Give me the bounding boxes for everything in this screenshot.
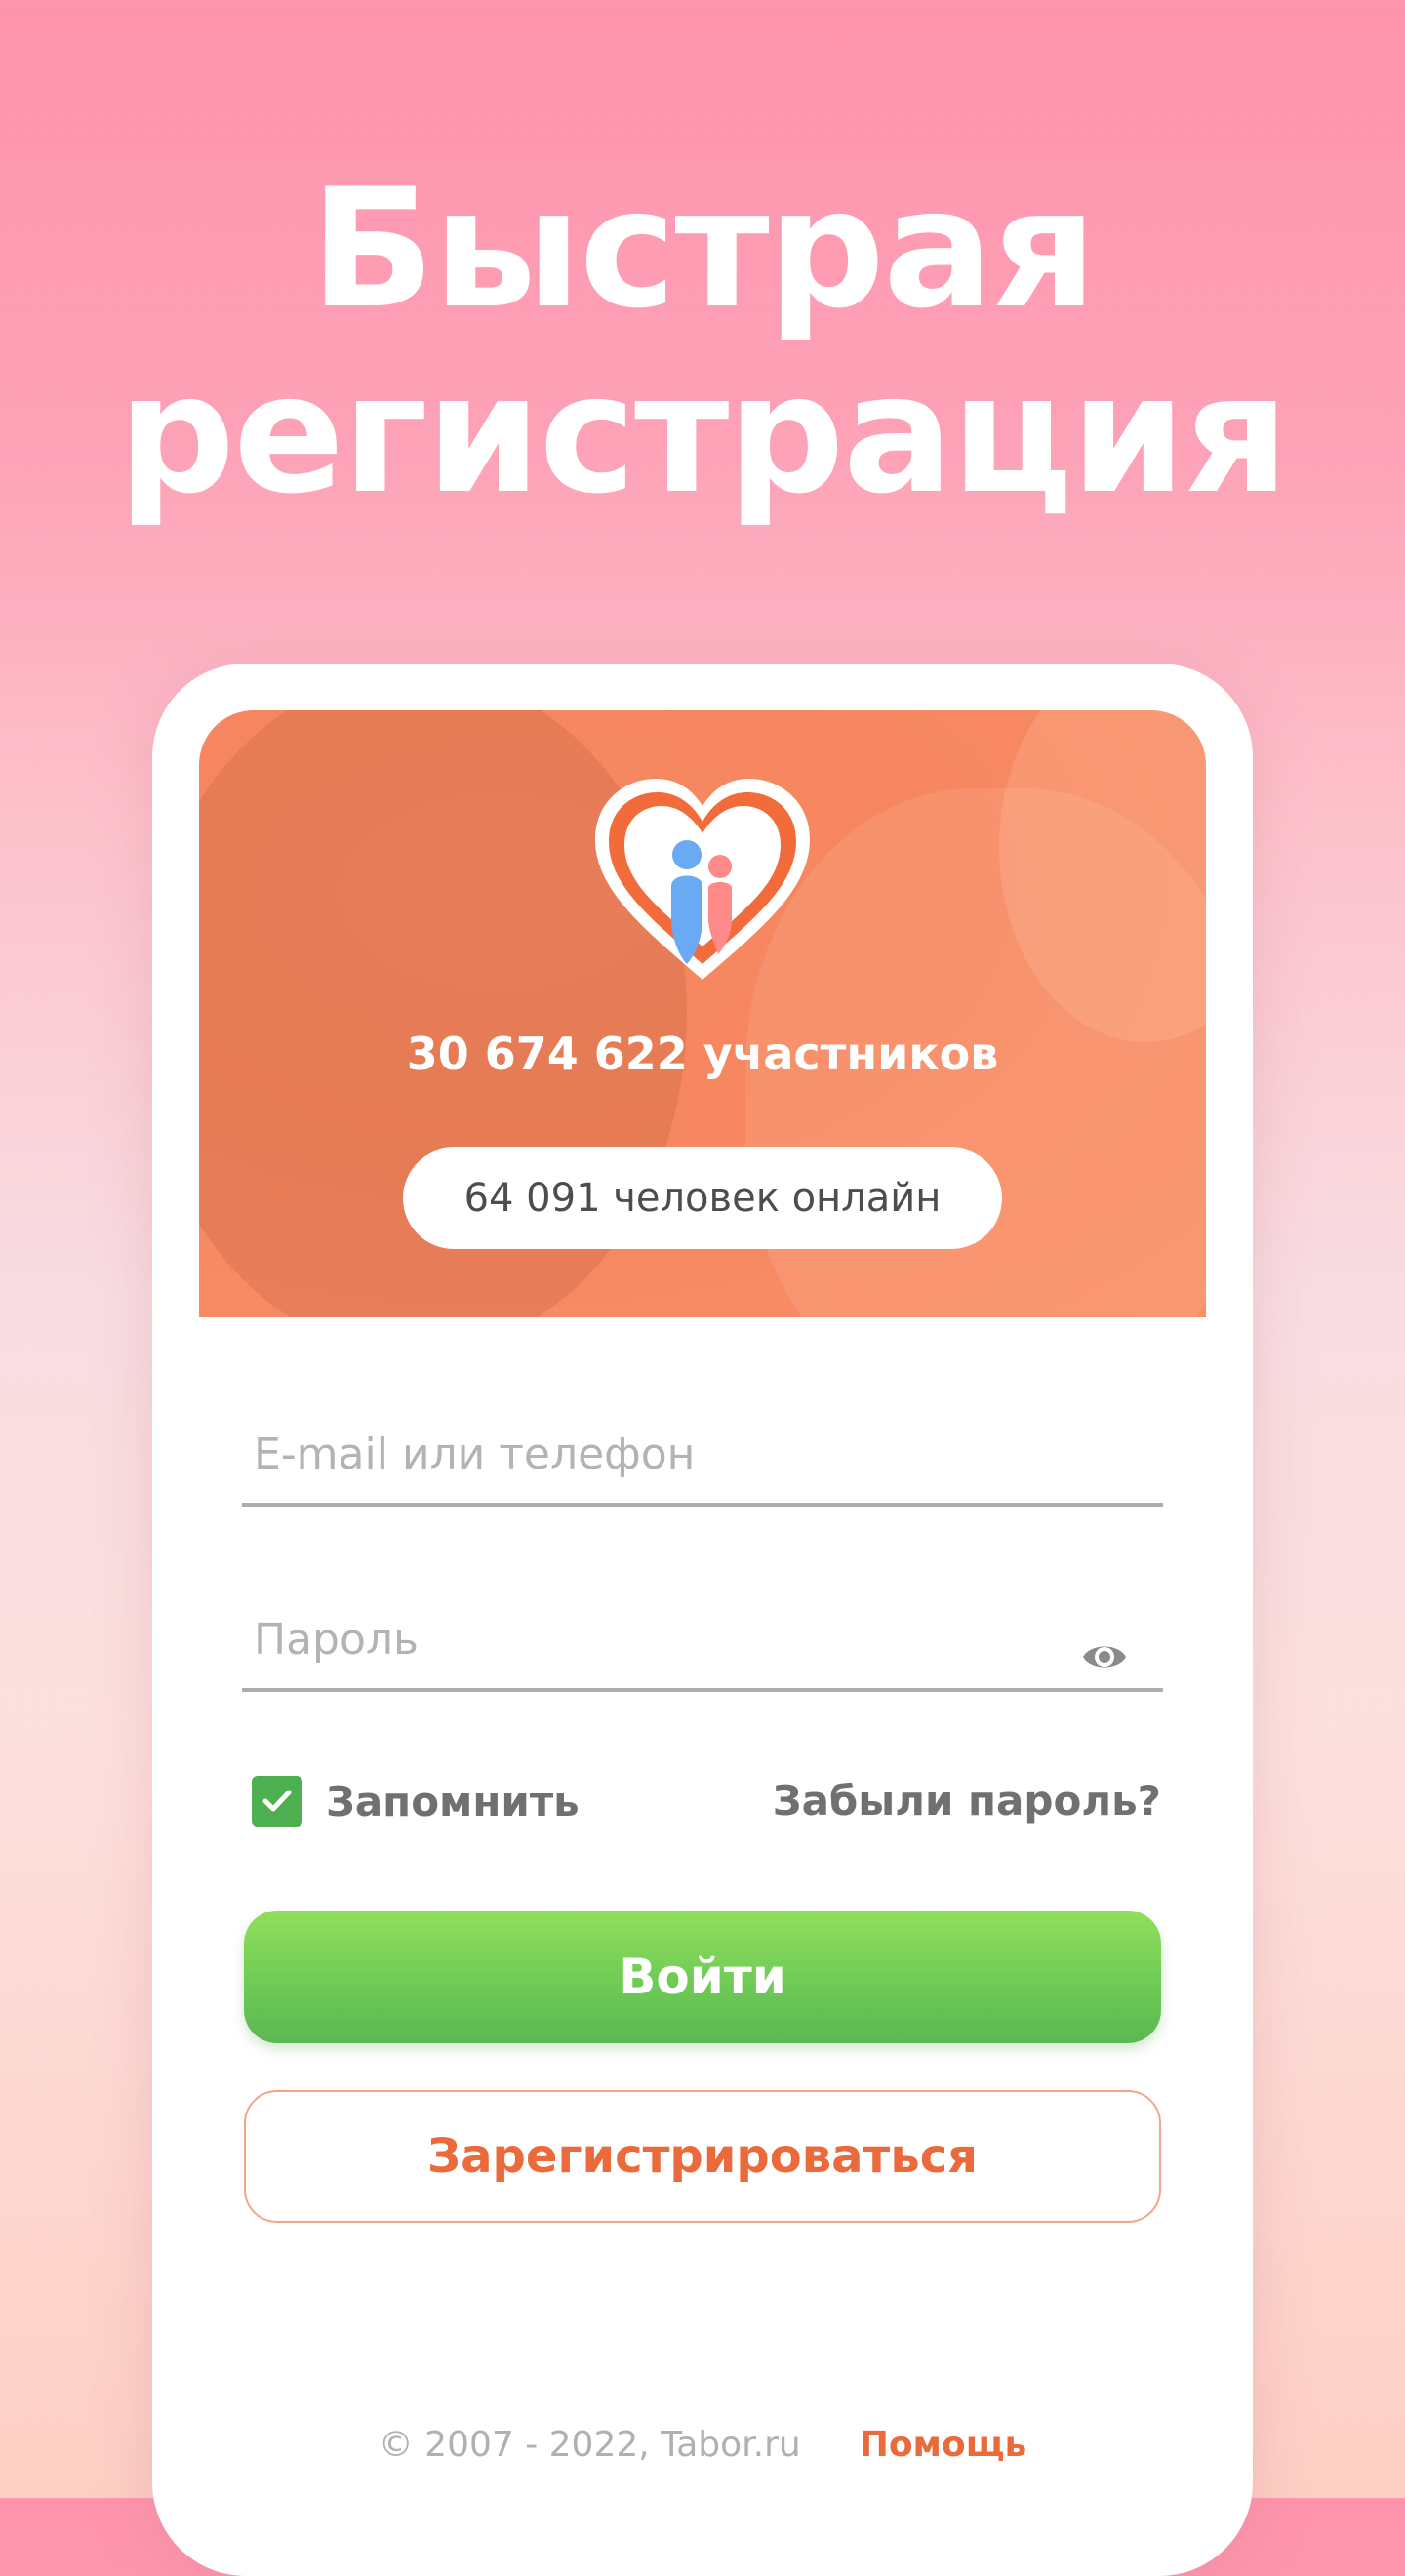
help-link[interactable]: Помощь: [860, 2425, 1027, 2465]
password-field[interactable]: [242, 1590, 1163, 1692]
heart-couple-logo-icon: [595, 779, 810, 980]
login-button[interactable]: Войти: [244, 1911, 1161, 2043]
members-count: 30 674 622 участников: [406, 1027, 999, 1080]
password-input[interactable]: [254, 1590, 1054, 1688]
remember-me-toggle[interactable]: Запомнить: [252, 1774, 580, 1829]
hero-banner: 30 674 622 участников 64 091 человек онл…: [199, 710, 1206, 1317]
checkmark-icon: [262, 1790, 292, 1812]
email-field[interactable]: [242, 1405, 1163, 1507]
promo-headline: Быстрая регистрация: [0, 156, 1405, 527]
copyright-text: © 2007 - 2022, Tabor.ru: [378, 2425, 801, 2465]
footer: © 2007 - 2022, Tabor.ru Помощь: [152, 2416, 1253, 2475]
remember-label: Запомнить: [326, 1777, 580, 1826]
eye-icon[interactable]: [1081, 1633, 1128, 1680]
phone-frame: 30 674 622 участников 64 091 человек онл…: [152, 664, 1253, 2576]
headline-line-1: Быстрая: [309, 153, 1097, 344]
remember-checkbox[interactable]: [252, 1776, 302, 1827]
email-input[interactable]: [254, 1405, 1054, 1503]
register-button[interactable]: Зарегистрироваться: [244, 2090, 1161, 2223]
online-count-badge: 64 091 человек онлайн: [403, 1147, 1002, 1249]
forgot-password-link[interactable]: Забыли пароль?: [773, 1774, 1161, 1829]
headline-line-2: регистрация: [117, 339, 1289, 530]
